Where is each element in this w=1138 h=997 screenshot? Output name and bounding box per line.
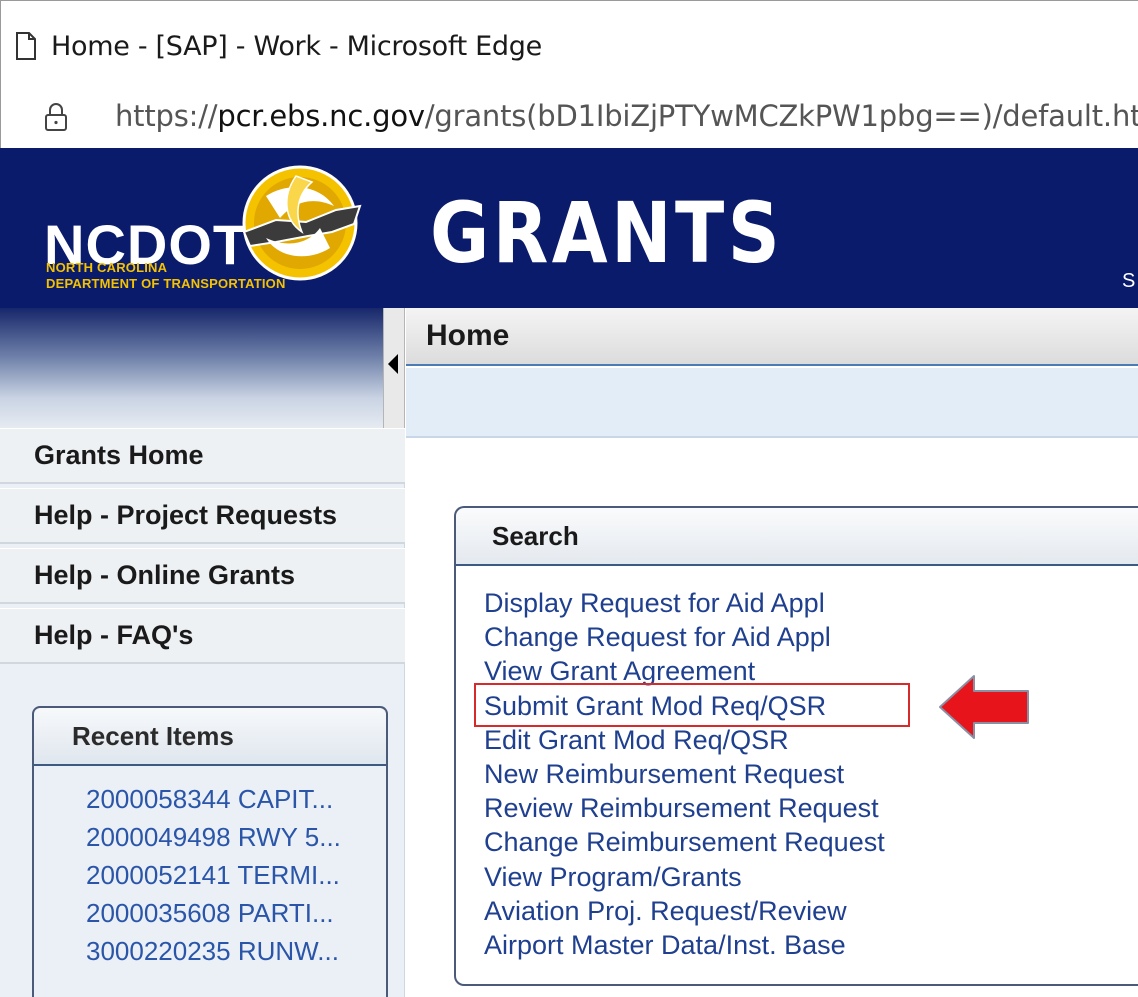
link-change-reimbursement-request[interactable]: Change Reimbursement Request xyxy=(484,825,885,859)
search-panel: Search Display Request for Aid Appl Chan… xyxy=(454,506,1138,986)
link-aviation-proj-request[interactable]: Aviation Proj. Request/Review xyxy=(484,894,885,928)
link-review-reimbursement-request[interactable]: Review Reimbursement Request xyxy=(484,791,885,825)
page-icon xyxy=(16,32,36,60)
recent-items-header: Recent Items xyxy=(34,708,386,766)
link-display-request-for-aid[interactable]: Display Request for Aid Appl xyxy=(484,586,885,620)
search-panel-title: Search xyxy=(492,520,579,551)
title-row: Home - [SAP] - Work - Microsoft Edge xyxy=(15,29,542,63)
address-bar[interactable]: https://pcr.ebs.nc.gov/grants(bD1IbiZjPT… xyxy=(0,88,1138,148)
link-edit-grant-mod-req[interactable]: Edit Grant Mod Req/QSR xyxy=(484,723,885,757)
window-title: Home - [SAP] - Work - Microsoft Edge xyxy=(51,30,542,62)
left-navigation: Grants Home Help - Project Requests Help… xyxy=(0,308,405,997)
collapse-nav-button[interactable] xyxy=(383,308,405,428)
link-change-request-for-aid[interactable]: Change Request for Aid Appl xyxy=(484,620,885,654)
recent-item-link[interactable]: 2000052141 TERMI... xyxy=(86,860,340,891)
nav-item-help-online-grants[interactable]: Help - Online Grants xyxy=(0,548,405,604)
nav-item-help-project-requests[interactable]: Help - Project Requests xyxy=(0,488,405,544)
collapse-arrow-icon[interactable] xyxy=(388,354,398,374)
subheader-bar xyxy=(406,368,1138,438)
nav-item-label[interactable]: Help - Online Grants xyxy=(34,560,295,591)
url-domain: pcr.ebs.nc.gov xyxy=(217,99,425,133)
page-header: Home xyxy=(406,308,1138,366)
recent-items-title: Recent Items xyxy=(72,720,234,751)
recent-item-link[interactable]: 2000058344 CAPIT... xyxy=(86,784,333,815)
nav-item-label[interactable]: Grants Home xyxy=(34,440,204,471)
recent-items-panel: Recent Items 2000058344 CAPIT... 2000049… xyxy=(32,706,388,997)
nav-top-gradient xyxy=(0,308,385,428)
nav-item-label[interactable]: Help - FAQ's xyxy=(34,620,193,651)
highlight-box xyxy=(474,683,910,727)
left-arrow-icon xyxy=(939,675,1029,739)
main-content: Home Search Display Request for Aid Appl… xyxy=(406,308,1138,997)
url-prefix: https:// xyxy=(115,99,218,133)
recent-item-link[interactable]: 3000220235 RUNW... xyxy=(86,936,339,967)
page-title: Home xyxy=(426,319,510,352)
nav-item-grants-home[interactable]: Grants Home xyxy=(0,428,405,484)
app-banner: NCDOT NORTH CAROLINA DEPARTMENT OF TRANS… xyxy=(0,148,1138,308)
recent-item-link[interactable]: 2000035608 PARTI... xyxy=(86,898,334,929)
ncdot-logo-subtitle-1: NORTH CAROLINA xyxy=(46,260,168,275)
url-path: /grants(bD1IbiZjPTYwMCZkPW1pbg==)/defaul… xyxy=(424,99,1138,133)
search-link-list: Display Request for Aid Appl Change Requ… xyxy=(484,586,885,962)
ncdot-seal-icon xyxy=(242,165,362,281)
browser-title-bar: Home - [SAP] - Work - Microsoft Edge xyxy=(0,0,1138,88)
link-airport-master-data[interactable]: Airport Master Data/Inst. Base xyxy=(484,928,885,962)
nav-item-help-faqs[interactable]: Help - FAQ's xyxy=(0,608,405,664)
url-text[interactable]: https://pcr.ebs.nc.gov/grants(bD1IbiZjPT… xyxy=(115,99,1138,133)
link-new-reimbursement-request[interactable]: New Reimbursement Request xyxy=(484,757,885,791)
search-panel-header: Search xyxy=(456,508,1138,566)
recent-item-link[interactable]: 2000049498 RWY 5... xyxy=(86,822,341,853)
link-view-program-grants[interactable]: View Program/Grants xyxy=(484,860,885,894)
banner-right-text: S xyxy=(1122,270,1136,292)
app-title: GRANTS xyxy=(430,184,784,282)
nav-item-label[interactable]: Help - Project Requests xyxy=(34,500,337,531)
lock-icon[interactable] xyxy=(43,102,69,132)
